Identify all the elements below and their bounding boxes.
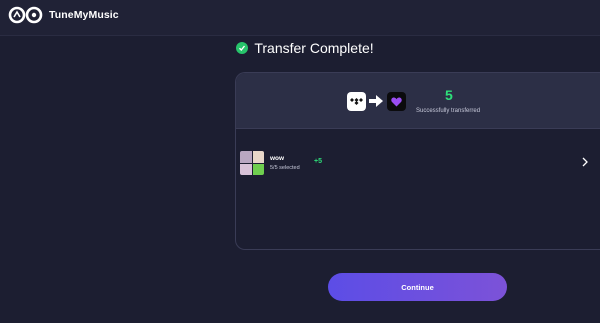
top-bar: TuneMyMusic (0, 0, 600, 36)
continue-button[interactable]: Continue (328, 273, 507, 301)
app-name: TuneMyMusic (49, 9, 119, 21)
status-header: Transfer Complete! (0, 40, 600, 56)
tidal-icon (347, 92, 366, 111)
transfer-summary-header: 5 Successfully transferred (236, 73, 600, 129)
chevron-right-icon[interactable] (581, 157, 589, 167)
page-title: Transfer Complete! (254, 40, 374, 56)
transferred-count: 5 (445, 87, 453, 103)
tunemymusic-logo-icon (8, 6, 43, 24)
arrow-right-icon (369, 95, 383, 107)
playlist-cover (240, 151, 264, 175)
transferred-count-label: Successfully transferred (416, 108, 481, 114)
playlist-name: wow (270, 155, 285, 162)
transfer-summary-card: 5 Successfully transferred wow 5/5 selec… (235, 72, 600, 250)
playlist-selected-count: 5/5 selected (270, 165, 300, 171)
check-circle-icon (236, 42, 249, 54)
heart-music-icon (387, 92, 406, 111)
app-logo[interactable]: TuneMyMusic (8, 5, 119, 25)
playlist-row[interactable]: wow 5/5 selected +5 (236, 151, 600, 177)
playlist-added-count: +5 (314, 158, 322, 165)
